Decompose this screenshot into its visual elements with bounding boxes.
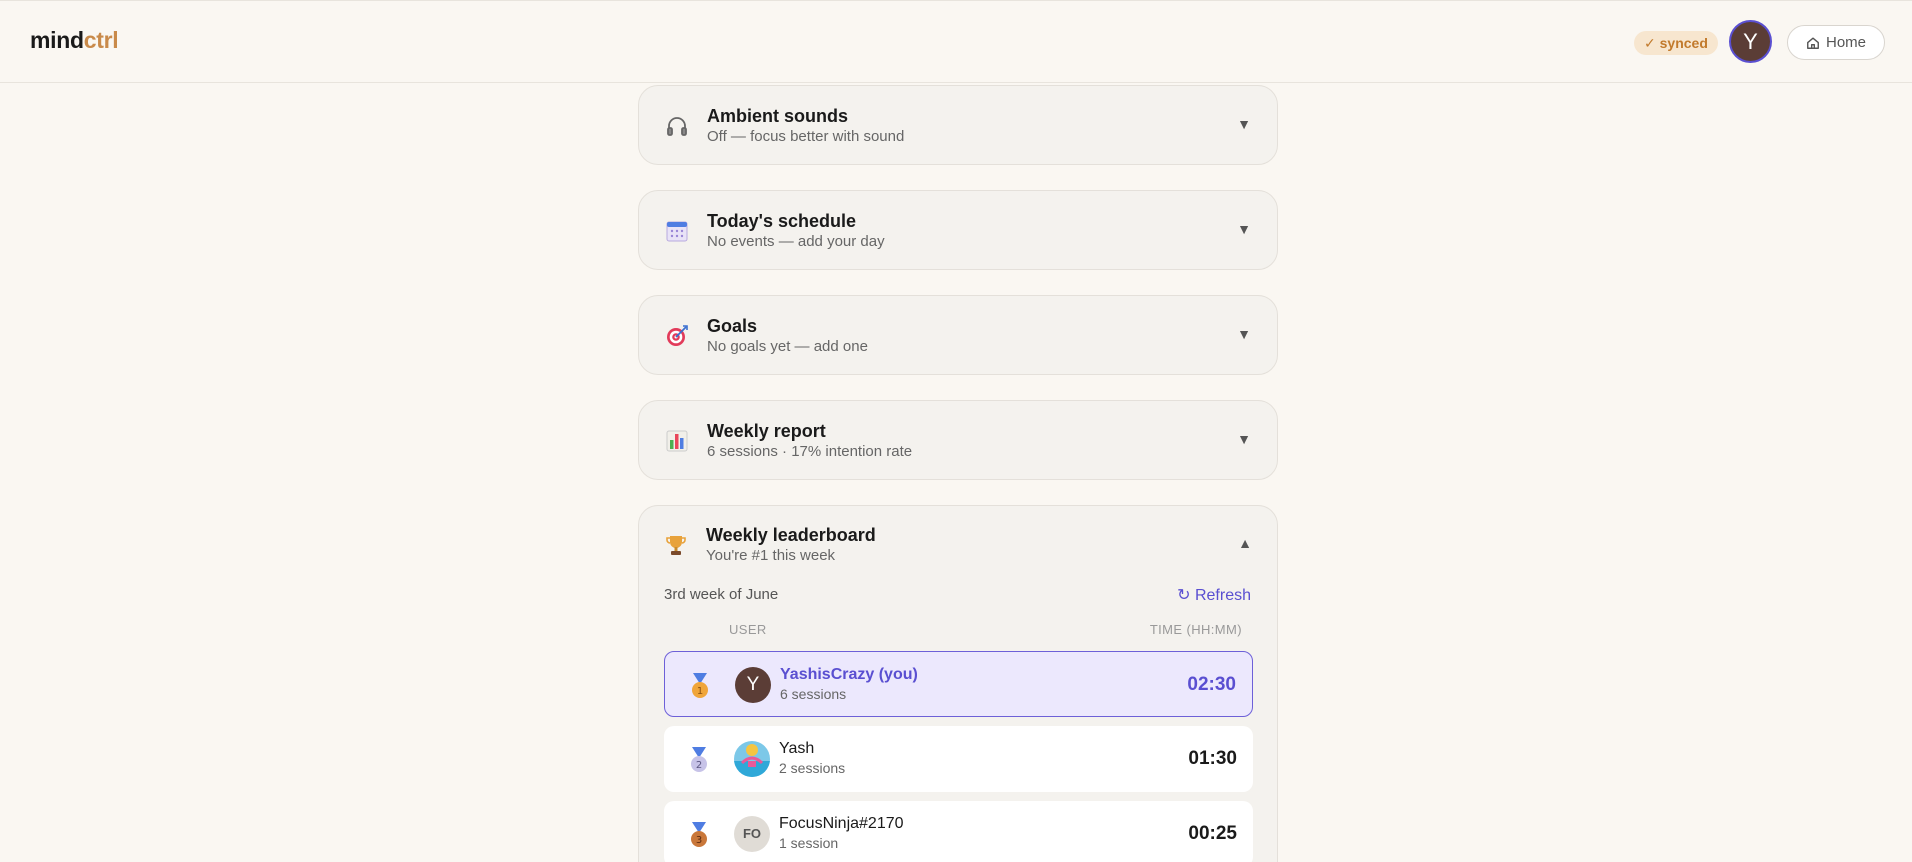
bar-chart-icon [665,429,689,453]
user-name: FocusNinja#2170 [779,815,904,832]
avatar [734,741,770,777]
home-icon [1807,36,1819,49]
card-title: Goals [707,316,758,336]
medal-rank: 1 [697,686,703,697]
user-avatar[interactable]: Y [1729,20,1772,63]
weekly-report-card[interactable]: Weekly report 6 sessions · 17% intention… [638,400,1278,480]
leaderboard-header[interactable]: Weekly leaderboard You're #1 this week ▲ [638,505,1278,585]
card-title: Weekly report [707,421,826,441]
card-subtitle: No events — add your day [707,233,885,250]
trophy-icon [664,533,688,557]
leaderboard-row-1[interactable]: 1 Y YashisCrazy (you) 6 sessions 02:30 [664,651,1253,717]
gold-medal-icon: 1 [692,673,708,698]
focus-time: 01:30 [1188,748,1237,769]
session-count: 2 sessions [779,760,846,776]
home-button[interactable]: Home [1787,25,1885,60]
weekly-leaderboard-card: Weekly leaderboard You're #1 this week ▲… [638,505,1278,862]
card-subtitle: No goals yet — add one [707,338,868,355]
leaderboard-row-3[interactable]: 3 FO FocusNinja#2170 1 session 00:25 [664,801,1253,862]
bronze-medal-icon: 3 [691,822,707,847]
card-subtitle: 6 sessions · 17% intention rate [707,443,913,460]
avatar: FO [734,816,770,852]
focus-time: 02:30 [1187,674,1236,695]
session-count: 6 sessions [780,686,847,702]
chevron-up-icon[interactable]: ▲ [1238,535,1252,551]
session-count: 1 session [779,835,839,851]
leaderboard-subtitle: You're #1 this week [706,547,836,564]
brand-part-2: ctrl [83,27,119,53]
goals-card[interactable]: Goals No goals yet — add one ▼ [638,295,1278,375]
medal-rank: 2 [696,760,702,771]
leaderboard-title: Weekly leaderboard [706,525,876,545]
brand-logo[interactable]: mindctrl [30,27,119,54]
user-name: YashisCrazy (you) [780,666,918,683]
column-header-user: USER [729,622,767,637]
brand-part-1: mind [30,27,84,53]
leaderboard-row-2[interactable]: 2 Yash 2 sessions 01:30 [664,726,1253,792]
card-title: Today's schedule [707,211,856,231]
user-name: Yash [779,740,815,757]
card-title: Ambient sounds [707,106,849,126]
focus-time: 00:25 [1188,823,1237,844]
refresh-button[interactable]: ↻ Refresh [1177,585,1251,605]
todays-schedule-card[interactable]: Today's schedule No events — add your da… [638,190,1278,270]
chevron-down-icon[interactable]: ▼ [1237,326,1251,342]
chevron-down-icon[interactable]: ▼ [1237,431,1251,447]
top-bar: mindctrl ✓ synced Y Home [0,0,1912,83]
ambient-sounds-card[interactable]: Ambient sounds Off — focus better with s… [638,85,1278,165]
sync-status-badge: ✓ synced [1634,31,1718,55]
home-button-label: Home [1825,34,1866,51]
card-subtitle: Off — focus better with sound [707,128,905,145]
silver-medal-icon: 2 [691,747,707,772]
avatar: Y [735,667,771,703]
chevron-down-icon[interactable]: ▼ [1237,116,1251,132]
column-header-time: TIME (HH:MM) [1149,622,1242,637]
chevron-down-icon[interactable]: ▼ [1237,221,1251,237]
week-label: 3rd week of June [664,586,779,603]
calendar-icon [665,219,689,243]
headphones-icon [665,114,689,138]
target-icon [665,324,689,348]
medal-rank: 3 [696,835,702,846]
